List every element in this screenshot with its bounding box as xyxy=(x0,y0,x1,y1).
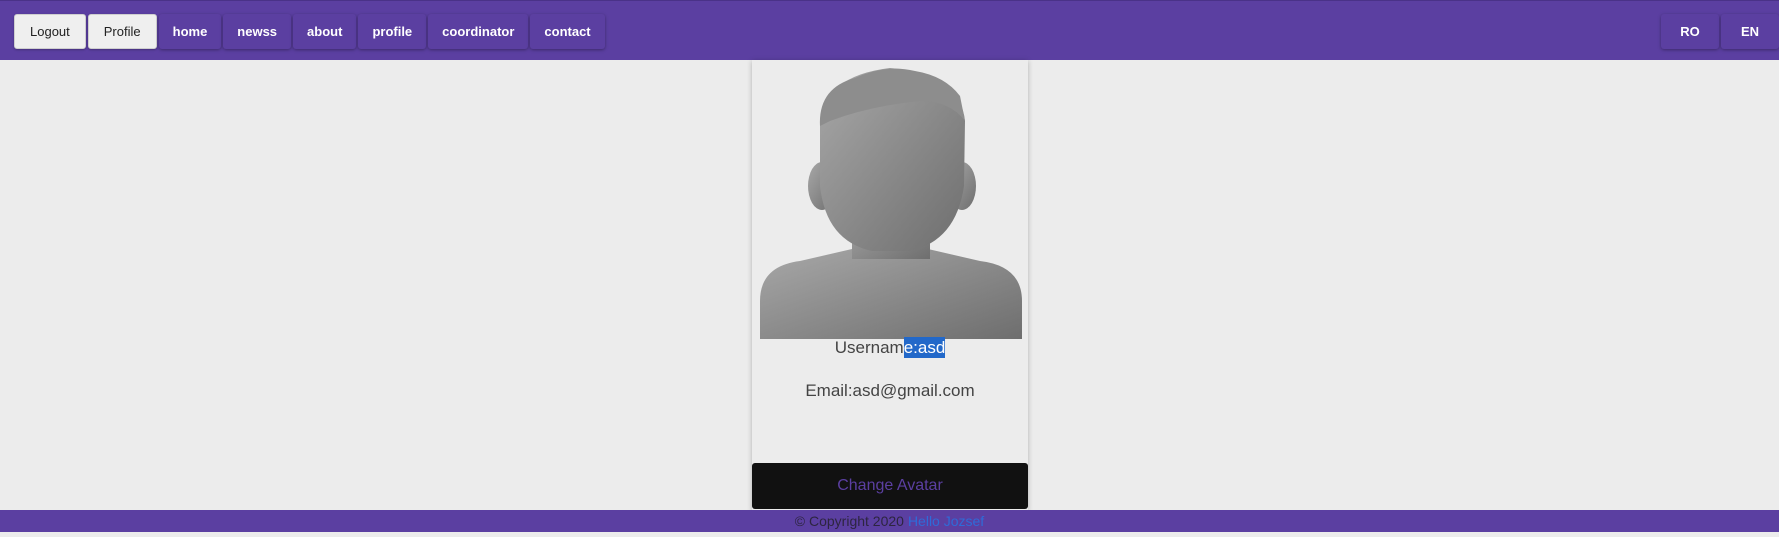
lang-ro-button[interactable]: RO xyxy=(1661,14,1719,49)
language-switcher: RO EN xyxy=(1661,14,1779,49)
nav-link-newss[interactable]: newss xyxy=(223,14,292,49)
username-text: Usernam xyxy=(834,338,904,357)
footer-user-link[interactable]: Hello Jozsef xyxy=(908,513,984,529)
nav-link-contact[interactable]: contact xyxy=(530,14,605,49)
default-user-avatar-icon xyxy=(760,68,1022,339)
nav-link-about[interactable]: about xyxy=(293,14,357,49)
lang-en-button[interactable]: EN xyxy=(1721,14,1779,49)
nav-left-group: Logout Profile home newss about profile … xyxy=(14,14,605,49)
copyright-text: © Copyright 2020 xyxy=(794,513,904,529)
username-field: Username:asd xyxy=(752,337,1028,358)
username-selected-text: e:asd xyxy=(903,337,946,358)
top-navbar: Logout Profile home newss about profile … xyxy=(0,0,1779,60)
nav-link-home[interactable]: home xyxy=(158,14,222,49)
nav-link-coordinator[interactable]: coordinator xyxy=(428,14,529,49)
profile-button[interactable]: Profile xyxy=(87,14,157,49)
logout-button[interactable]: Logout xyxy=(14,14,86,49)
change-avatar-button[interactable]: Change Avatar xyxy=(752,463,1028,509)
nav-link-profile[interactable]: profile xyxy=(358,14,427,49)
email-field: Email:asd@gmail.com xyxy=(805,381,975,400)
profile-card: Username:asd Email:asd@gmail.com Change … xyxy=(752,60,1028,510)
avatar xyxy=(760,66,1022,339)
footer: © Copyright 2020 Hello Jozsef xyxy=(0,510,1779,532)
